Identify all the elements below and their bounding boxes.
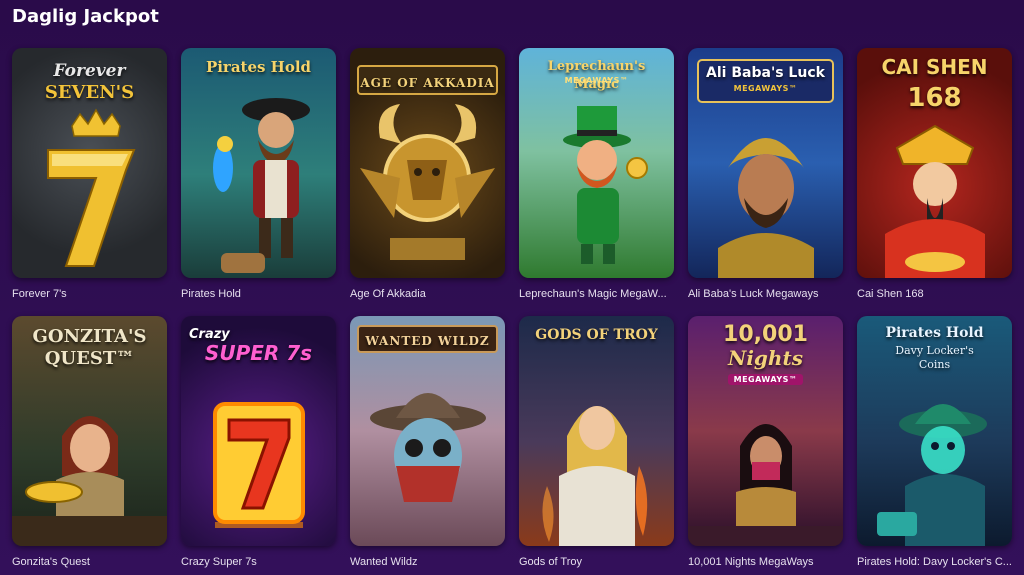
- game-card-gods-of-troy[interactable]: GODS OF TROY Gods of Troy: [519, 316, 674, 575]
- game-art-title2: SEVEN'S: [44, 82, 135, 103]
- game-art-sub: MEGAWAYS™: [733, 84, 798, 93]
- game-card-wanted-wildz[interactable]: WANTED WILDZ Wanted Wildz: [350, 316, 505, 575]
- game-label[interactable]: Gods of Troy: [519, 555, 674, 569]
- game-card-leprechauns-magic[interactable]: Leprechaun's Magic MEGAWAYS™ Leprechaun'…: [519, 48, 674, 310]
- game-art-title: Ali Baba's Luck: [706, 65, 825, 81]
- game-art-title: WANTED WILDZ: [365, 334, 490, 348]
- game-art-title2: 168: [907, 83, 962, 113]
- game-thumbnail[interactable]: Ali Baba's Luck MEGAWAYS™: [688, 48, 843, 278]
- game-art-title: AGE OF AKKADIA: [360, 76, 495, 90]
- game-label[interactable]: Leprechaun's Magic MegaW...: [519, 287, 674, 301]
- game-thumbnail[interactable]: GODS OF TROY: [519, 316, 674, 546]
- game-art-title: CAI SHEN: [881, 55, 988, 79]
- game-card-age-of-akkadia[interactable]: AGE OF AKKADIA Age Of Akkadia: [350, 48, 505, 310]
- game-label[interactable]: Crazy Super 7s: [181, 555, 336, 569]
- game-art-title2: Nights: [728, 346, 803, 370]
- game-card-10001-nights[interactable]: 10,001 Nights MEGAWAYS™ 10,001 Nights Me…: [688, 316, 843, 575]
- game-card-forever-7s[interactable]: Forever SEVEN'S Forever 7's: [12, 48, 167, 310]
- game-thumbnail[interactable]: WANTED WILDZ: [350, 316, 505, 546]
- game-label[interactable]: Pirates Hold: Davy Locker's C...: [857, 555, 1012, 569]
- game-art-title: Pirates Hold: [885, 325, 984, 341]
- game-card-pirates-hold-davy-lockers[interactable]: Pirates Hold Davy Locker's Coins Pirates…: [857, 316, 1012, 575]
- game-art-sub: MEGAWAYS™: [728, 374, 803, 385]
- goddess-icon: [542, 406, 648, 546]
- game-art-title: GONZITA'S: [32, 326, 147, 347]
- game-art-title2: QUEST™: [44, 348, 135, 369]
- game-label[interactable]: 10,001 Nights MegaWays: [688, 555, 843, 569]
- game-thumbnail[interactable]: Leprechaun's Magic MEGAWAYS™: [519, 48, 674, 278]
- game-grid: Forever SEVEN'S Forever 7's Pirates Hold…: [12, 48, 1012, 575]
- game-thumbnail[interactable]: GONZITA'S QUEST™: [12, 316, 167, 546]
- game-thumbnail[interactable]: CAI SHEN 168: [857, 48, 1012, 278]
- game-label[interactable]: Pirates Hold: [181, 287, 336, 301]
- game-thumbnail[interactable]: AGE OF AKKADIA: [350, 48, 505, 278]
- game-art-title: GODS OF TROY: [535, 327, 658, 343]
- game-art-sub: Coins: [918, 358, 951, 371]
- game-card-cai-shen-168[interactable]: CAI SHEN 168 Cai Shen 168: [857, 48, 1012, 310]
- game-label[interactable]: Wanted Wildz: [350, 555, 505, 569]
- game-label[interactable]: Forever 7's: [12, 287, 167, 301]
- game-label[interactable]: Ali Baba's Luck Megaways: [688, 287, 843, 301]
- ali-baba-icon: [697, 59, 834, 278]
- game-art-title: Forever: [53, 61, 126, 81]
- pirate-icon: [213, 98, 310, 273]
- game-thumbnail[interactable]: Forever SEVEN'S: [12, 48, 167, 278]
- game-card-gonzitas-quest[interactable]: GONZITA'S QUEST™ Gonzita's Quest: [12, 316, 167, 575]
- cowboy-skull-icon: [357, 325, 498, 502]
- game-thumbnail[interactable]: 10,001 Nights MEGAWAYS™: [688, 316, 843, 546]
- game-label[interactable]: Gonzita's Quest: [12, 555, 167, 569]
- game-art-sub: MEGAWAYS™: [564, 76, 629, 85]
- section-title: Daglig Jackpot: [12, 6, 159, 27]
- game-card-pirates-hold[interactable]: Pirates Hold Pirates Hold: [181, 48, 336, 310]
- game-thumbnail[interactable]: Pirates Hold: [181, 48, 336, 278]
- game-art-title: 10,001: [723, 322, 808, 347]
- game-card-crazy-super-7s[interactable]: Crazy SUPER 7s Crazy Super 7s: [181, 316, 336, 575]
- game-art-title2: SUPER 7s: [204, 341, 313, 365]
- game-card-ali-babas-luck[interactable]: Ali Baba's Luck MEGAWAYS™ Ali Baba's Luc…: [688, 48, 843, 310]
- game-label[interactable]: Cai Shen 168: [857, 287, 1012, 301]
- game-thumbnail[interactable]: Pirates Hold Davy Locker's Coins: [857, 316, 1012, 546]
- game-label[interactable]: Age Of Akkadia: [350, 287, 505, 301]
- game-thumbnail[interactable]: Crazy SUPER 7s: [181, 316, 336, 546]
- game-art-title: Pirates Hold: [205, 58, 312, 76]
